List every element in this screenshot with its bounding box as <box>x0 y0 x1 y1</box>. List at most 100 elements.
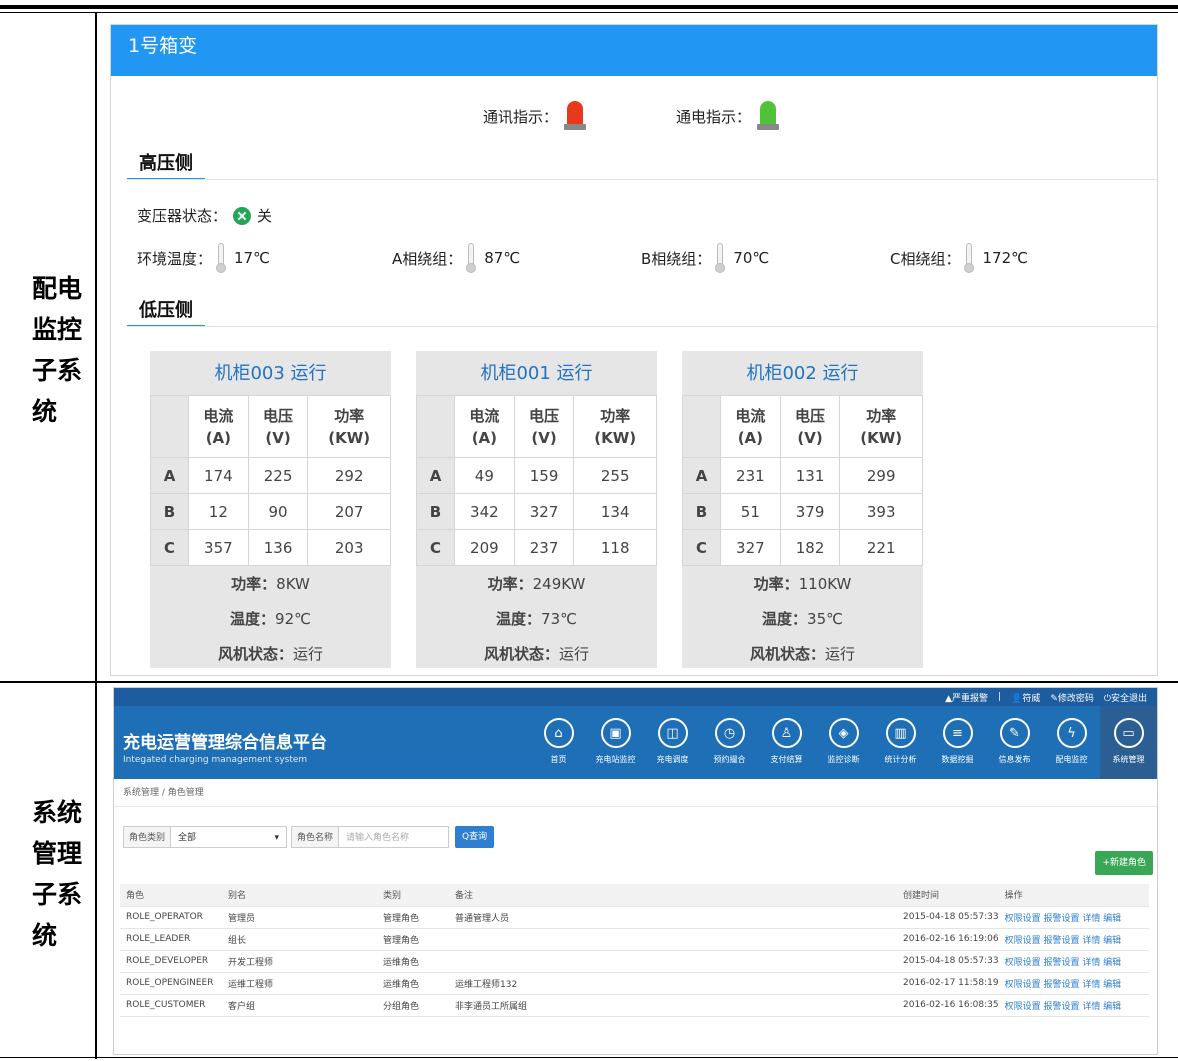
nav-item[interactable]: ⌂ 首页 <box>530 706 587 779</box>
row-label-admin: 系统管理子系统 <box>32 798 83 950</box>
brand: 充电运营管理综合信息平台 Integated charging manageme… <box>123 728 327 765</box>
phase-row: C 327 182 221 <box>682 529 923 566</box>
value-cell: 118 <box>573 529 657 566</box>
admin-screenshot: ▲严重报警 | 👤符威 ✎修改密码 ⏻安全退出 充电运营管理综合信息平台 Integat… <box>113 687 1158 1055</box>
col-voltage: 电压 (V) <box>247 395 309 458</box>
value-cell: 255 <box>573 457 657 494</box>
env-temp-label: 环境温度： <box>137 249 213 268</box>
panel-title: 1号箱变 <box>111 25 1157 76</box>
role-type-value: 全部 <box>178 833 197 843</box>
cabinet-title: 机柜003 运行 <box>150 351 391 395</box>
role-type-label: 角色类别 <box>123 826 172 848</box>
bolt-icon: ϟ <box>1056 718 1087 748</box>
cabinet-power: 功率：249KW <box>487 575 586 593</box>
c-winding-value: 172℃ <box>982 249 1028 267</box>
nav-label: 充电站监控 <box>595 755 636 764</box>
env-temp-value: 17℃ <box>234 249 270 267</box>
topbar-item[interactable]: 👤符威 <box>1011 691 1040 704</box>
nav-item[interactable]: ▭ 系统管理 <box>1100 706 1157 779</box>
phase-label: A <box>150 457 189 494</box>
table-cell: 分组角色 <box>377 994 449 1017</box>
phase-row: B 51 379 393 <box>682 493 923 530</box>
role-type-select[interactable]: 全部 ▾ <box>171 826 288 848</box>
table-cell: 2016-02-17 11:58:19 <box>897 972 999 995</box>
nav-item[interactable]: ▥ 统计分析 <box>872 706 929 779</box>
value-cell: 174 <box>188 457 249 494</box>
column-header: 类别 <box>377 884 449 907</box>
phase-label: B <box>682 493 721 530</box>
row-actions[interactable]: 权限设置 报警设置 详情 编辑 <box>998 928 1149 951</box>
cabinet-temp: 温度：73℃ <box>496 610 577 628</box>
role-name-input[interactable]: 请输入角色名称 <box>339 826 450 848</box>
table-row: ROLE_OPENGINEER 运维工程师 运维角色 运维工程师132 2016-02-… <box>120 972 1149 995</box>
nav-item[interactable]: ◈ 监控诊断 <box>815 706 872 779</box>
value-cell: 131 <box>779 457 841 494</box>
new-role-button[interactable]: +新建角色 <box>1095 851 1153 875</box>
thermometer-icon <box>964 243 975 273</box>
nav-item[interactable]: ϟ 配电监控 <box>1043 706 1100 779</box>
value-cell: 327 <box>720 529 781 566</box>
table-cell: 2015-04-18 05:57:33 <box>897 906 999 929</box>
row-actions[interactable]: 权限设置 报警设置 详情 编辑 <box>998 994 1149 1017</box>
value-cell: 51 <box>720 493 781 530</box>
nav-label: 数据挖掘 <box>941 755 974 764</box>
table-row: ROLE_OPERATOR 管理员 管理角色 普通管理人员 2015-04-18 05:… <box>120 906 1149 929</box>
nav-item[interactable]: ▣ 充电站监控 <box>587 706 644 779</box>
row-actions[interactable]: 权限设置 报警设置 详情 编辑 <box>998 906 1149 929</box>
cabinet-fan: 风机状态：运行 <box>483 645 590 663</box>
phase-row: A 49 159 255 <box>416 457 657 494</box>
nav-item[interactable]: ✎ 信息发布 <box>986 706 1043 779</box>
cabinet-title: 机柜001 运行 <box>416 351 657 395</box>
value-cell: 237 <box>513 529 575 566</box>
table-cell: 管理角色 <box>377 928 449 951</box>
thermometer-icon <box>466 243 477 273</box>
row-actions[interactable]: 权限设置 报警设置 详情 编辑 <box>998 950 1149 973</box>
corner-cell <box>150 395 189 458</box>
value-cell: 90 <box>247 493 309 530</box>
phase-label: B <box>416 493 455 530</box>
list-icon: ≡ <box>942 718 973 748</box>
table-cell: 组长 <box>222 928 377 951</box>
phase-label: A <box>416 457 455 494</box>
role-name-label: 角色名称 <box>291 826 340 848</box>
phase-label: C <box>682 529 721 566</box>
col-current: 电流 (A) <box>720 395 781 458</box>
b-winding-label: B相绕组： <box>641 249 712 268</box>
topbar-item[interactable]: ⏻安全退出 <box>1104 691 1147 704</box>
row-actions[interactable]: 权限设置 报警设置 详情 编辑 <box>998 972 1149 995</box>
value-cell: 342 <box>454 493 515 530</box>
cabinet-name: 机柜001 <box>480 363 551 384</box>
topbar-item[interactable]: ▲严重报警 <box>945 691 988 704</box>
phase-label: A <box>682 457 721 494</box>
value-cell: 203 <box>307 529 391 566</box>
nav-item[interactable]: ♙ 支付结算 <box>758 706 815 779</box>
money-icon: ♙ <box>771 718 802 748</box>
table-cell: 管理角色 <box>377 906 449 929</box>
search-button[interactable]: Q查询 <box>455 826 495 848</box>
home-icon: ⌂ <box>543 718 574 748</box>
value-cell: 12 <box>188 493 249 530</box>
document: 配电监控子系统 系统管理子系统 1号箱变 通讯指示： 通电指示： 高压侧 变压器… <box>0 0 1178 1061</box>
col-voltage: 电压 (V) <box>513 395 575 458</box>
substation-panel: 1号箱变 通讯指示： 通电指示： 高压侧 变压器状态： 关 环境温度： 17℃ … <box>110 24 1158 676</box>
value-cell: 231 <box>720 457 781 494</box>
cabinet-table: 电流 (A) 电压 (V) 功率 (KW) A 49 159 255 B 342 327 134 C 209 2… <box>416 395 657 566</box>
nav-item[interactable]: ◫ 充电调度 <box>644 706 701 779</box>
table-cell <box>449 928 897 951</box>
column-header: 角色 <box>120 884 222 907</box>
switch-icon <box>233 206 252 225</box>
nav-item[interactable]: ≡ 数据挖掘 <box>929 706 986 779</box>
value-cell: 134 <box>573 493 657 530</box>
cabinet-fan: 风机状态：运行 <box>749 645 856 663</box>
topbar-item[interactable]: ✎修改密码 <box>1050 691 1094 704</box>
transformer-state: 关 <box>257 207 273 225</box>
a-winding-value: 87℃ <box>484 249 521 267</box>
cabinet-state: 运行 <box>290 363 327 384</box>
high-side-heading: 高压侧 <box>127 149 205 180</box>
app-header: 充电运营管理综合信息平台 Integated charging manageme… <box>114 706 1157 779</box>
main-nav: ⌂ 首页 ▣ 充电站监控 ◫ 充电调度 ◷ 预约撮合 ♙ 支付结算 ◈ 监控诊断 ▥ 统计分析 ≡ 数据挖掘 ✎… <box>530 706 1157 779</box>
dispatch-icon: ◫ <box>657 718 688 748</box>
a-winding-label: A相绕组： <box>392 249 463 268</box>
nav-item[interactable]: ◷ 预约撮合 <box>701 706 758 779</box>
value-cell: 393 <box>839 493 923 530</box>
